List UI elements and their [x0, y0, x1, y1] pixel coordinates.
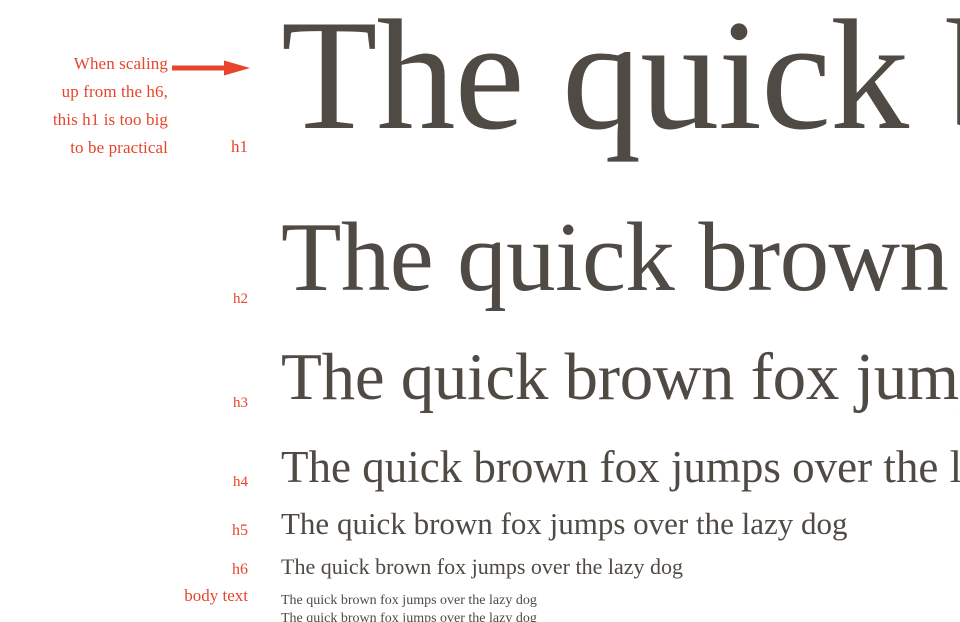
body-text-line: The quick brown fox jumps over the lazy … [281, 593, 537, 608]
scale-label-h3: h3 [233, 395, 248, 411]
scale-sample-h4: The quick brown fox jumps over the lazy … [281, 442, 960, 492]
annotation-line: When scaling [73, 54, 168, 73]
scale-sample-h3: The quick brown fox jumps over the lazy … [281, 340, 960, 414]
scale-label-h2: h2 [233, 291, 248, 307]
body-text-line: The quick brown fox jumps over the lazy … [281, 611, 537, 622]
annotation-line: this h1 is too big [52, 110, 168, 129]
scale-sample-h1: The quick brown fox jumps over the lazy … [281, 0, 960, 163]
scale-label-h4: h4 [233, 474, 248, 490]
scale-sample-h6: The quick brown fox jumps over the lazy … [281, 554, 684, 579]
scale-label-h6: h6 [232, 561, 248, 578]
annotation-line: up from the h6, [61, 82, 168, 101]
annotation-callout: When scaling up from the h6, this h1 is … [0, 50, 168, 162]
annotation-line: to be practical [70, 138, 168, 157]
scale-label-h5: h5 [232, 522, 248, 539]
scale-label-body-text: body text [184, 586, 248, 605]
scale-label-h1: h1 [231, 137, 248, 156]
arrow-right-icon [172, 60, 250, 76]
scale-sample-h5: The quick brown fox jumps over the lazy … [281, 506, 848, 541]
typography-scale-canvas: When scaling up from the h6, this h1 is … [0, 0, 960, 622]
scale-sample-h2: The quick brown fox jumps over the lazy … [281, 203, 960, 312]
body-text-sample: The quick brown fox jumps over the lazy … [281, 592, 960, 622]
